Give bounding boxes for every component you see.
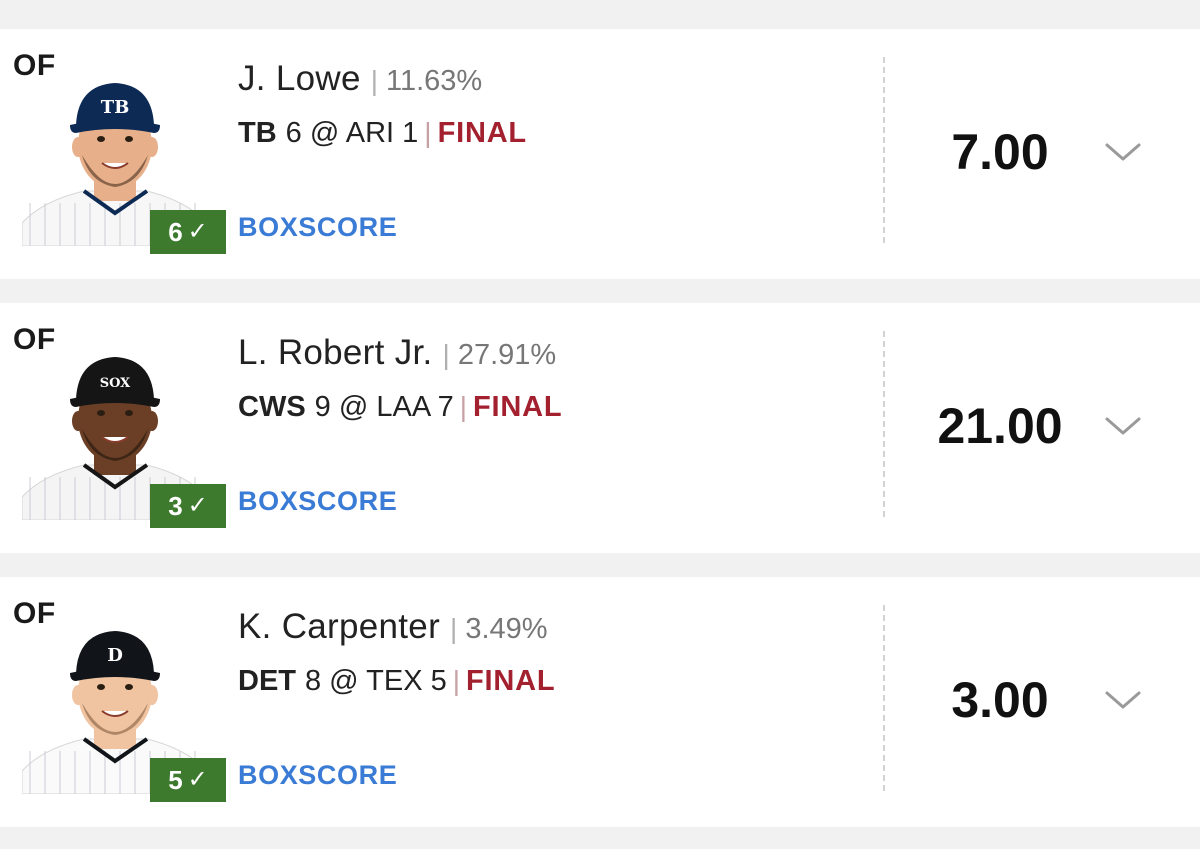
name-line: K. Carpenter | 3.49% — [238, 607, 548, 647]
fantasy-points: 3.00 — [890, 671, 1110, 729]
check-icon: ✓ — [187, 218, 208, 245]
fantasy-points: 21.00 — [890, 397, 1110, 455]
divider — [883, 331, 885, 517]
game-status: FINAL — [466, 665, 556, 697]
player-card[interactable]: OF TB 6 ✓ J. Lowe | 11.63% TB 6 @ ARI 1 … — [0, 29, 1200, 279]
game-score: 9 @ LAA 7 — [314, 391, 454, 423]
divider — [883, 57, 885, 243]
player-card[interactable]: OF SOX 3 ✓ L. Robert Jr. | 27.91% CWS 9 … — [0, 303, 1200, 553]
hits-count: 3 — [168, 490, 183, 521]
name-line: L. Robert Jr. | 27.91% — [238, 333, 556, 373]
check-icon: ✓ — [187, 492, 208, 519]
chevron-down-icon[interactable] — [1104, 687, 1142, 713]
fantasy-points: 7.00 — [890, 123, 1110, 181]
ownership-percent: 3.49% — [465, 613, 548, 645]
hits-count: 6 — [168, 216, 183, 247]
hits-badge: 6 ✓ — [150, 210, 226, 254]
game-status: FINAL — [473, 391, 563, 423]
separator: | — [370, 65, 379, 96]
separator: | — [450, 613, 458, 644]
player-list: OF TB 6 ✓ J. Lowe | 11.63% TB 6 @ ARI 1 … — [0, 0, 1200, 849]
separator: | — [442, 339, 450, 370]
hits-badge: 5 ✓ — [150, 758, 226, 802]
player-name[interactable]: J. Lowe — [238, 59, 361, 99]
separator: | — [424, 117, 432, 148]
separator: | — [459, 391, 468, 422]
player-card[interactable]: OF D 5 ✓ K. Carpenter | 3.49% DET 8 @ TE… — [0, 577, 1200, 827]
hits-badge: 3 ✓ — [150, 484, 226, 528]
ownership-percent: 27.91% — [457, 339, 557, 371]
game-status: FINAL — [437, 117, 527, 149]
player-team: TB — [238, 117, 277, 149]
boxscore-link[interactable]: BOXSCORE — [238, 760, 397, 791]
check-icon: ✓ — [187, 766, 208, 793]
separator: | — [452, 665, 461, 696]
game-score: 8 @ TEX 5 — [305, 665, 447, 697]
ownership-percent: 11.63% — [386, 65, 483, 97]
points-value: 3.00 — [951, 672, 1049, 728]
game-score: 6 @ ARI 1 — [285, 117, 419, 149]
svg-text:TB: TB — [101, 97, 130, 118]
boxscore-link[interactable]: BOXSCORE — [238, 486, 397, 517]
hits-count: 5 — [168, 764, 183, 795]
player-name[interactable]: L. Robert Jr. — [238, 333, 433, 373]
divider — [883, 605, 885, 791]
svg-text:SOX: SOX — [100, 376, 131, 391]
svg-text:D: D — [107, 645, 123, 666]
player-name[interactable]: K. Carpenter — [238, 607, 440, 647]
boxscore-link[interactable]: BOXSCORE — [238, 212, 397, 243]
chevron-down-icon[interactable] — [1104, 139, 1142, 165]
game-line: DET 8 @ TEX 5 | FINAL — [238, 665, 555, 698]
player-team: DET — [238, 665, 296, 697]
points-value: 21.00 — [937, 398, 1063, 454]
game-line: CWS 9 @ LAA 7 | FINAL — [238, 391, 562, 424]
name-line: J. Lowe | 11.63% — [238, 59, 482, 99]
player-team: CWS — [238, 391, 306, 423]
chevron-down-icon[interactable] — [1104, 413, 1142, 439]
points-value: 7.00 — [951, 124, 1049, 180]
game-line: TB 6 @ ARI 1 | FINAL — [238, 117, 527, 150]
